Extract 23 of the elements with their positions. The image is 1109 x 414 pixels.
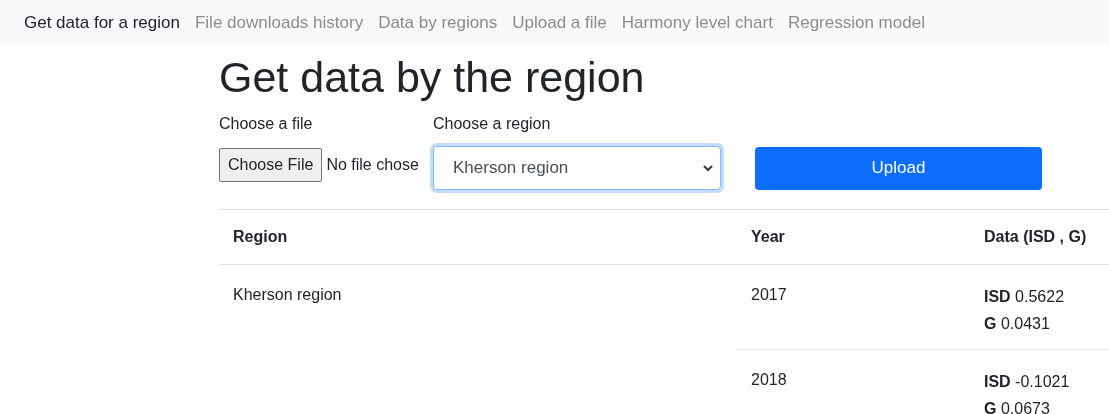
page-title: Get data by the region — [219, 52, 646, 103]
nav-link[interactable]: File downloads history — [194, 10, 364, 36]
nav-link[interactable]: Get data for a region — [24, 10, 180, 36]
nav-link[interactable]: Upload a file — [512, 10, 607, 36]
choose-file-button[interactable]: Choose File — [219, 147, 323, 182]
data-value: ISD -0.1021 — [984, 372, 1070, 390]
field-label: Choose a file — [219, 113, 313, 134]
table-cell: 2018 — [751, 370, 787, 388]
table-cell: Kherson region — [233, 285, 342, 303]
data-value: G 0.0431 — [984, 314, 1050, 332]
column-header: Data (ISD , G) — [970, 209, 1109, 265]
column-header: Region — [219, 209, 737, 265]
region-select[interactable]: Kherson region — [433, 145, 721, 190]
data-value: G 0.0673 — [984, 399, 1050, 414]
data-value: ISD 0.5622 — [984, 287, 1065, 305]
column-header: Year — [737, 209, 970, 265]
nav-link[interactable]: Regression model — [787, 10, 925, 36]
upload-button[interactable]: Upload — [755, 146, 1042, 190]
file-status: No file chose — [326, 154, 419, 175]
nav-link[interactable]: Data by regions — [378, 10, 498, 36]
nav-link[interactable]: Harmony level chart — [621, 10, 773, 36]
table-cell: 2017 — [751, 285, 787, 303]
field-label: Choose a region — [433, 113, 551, 134]
